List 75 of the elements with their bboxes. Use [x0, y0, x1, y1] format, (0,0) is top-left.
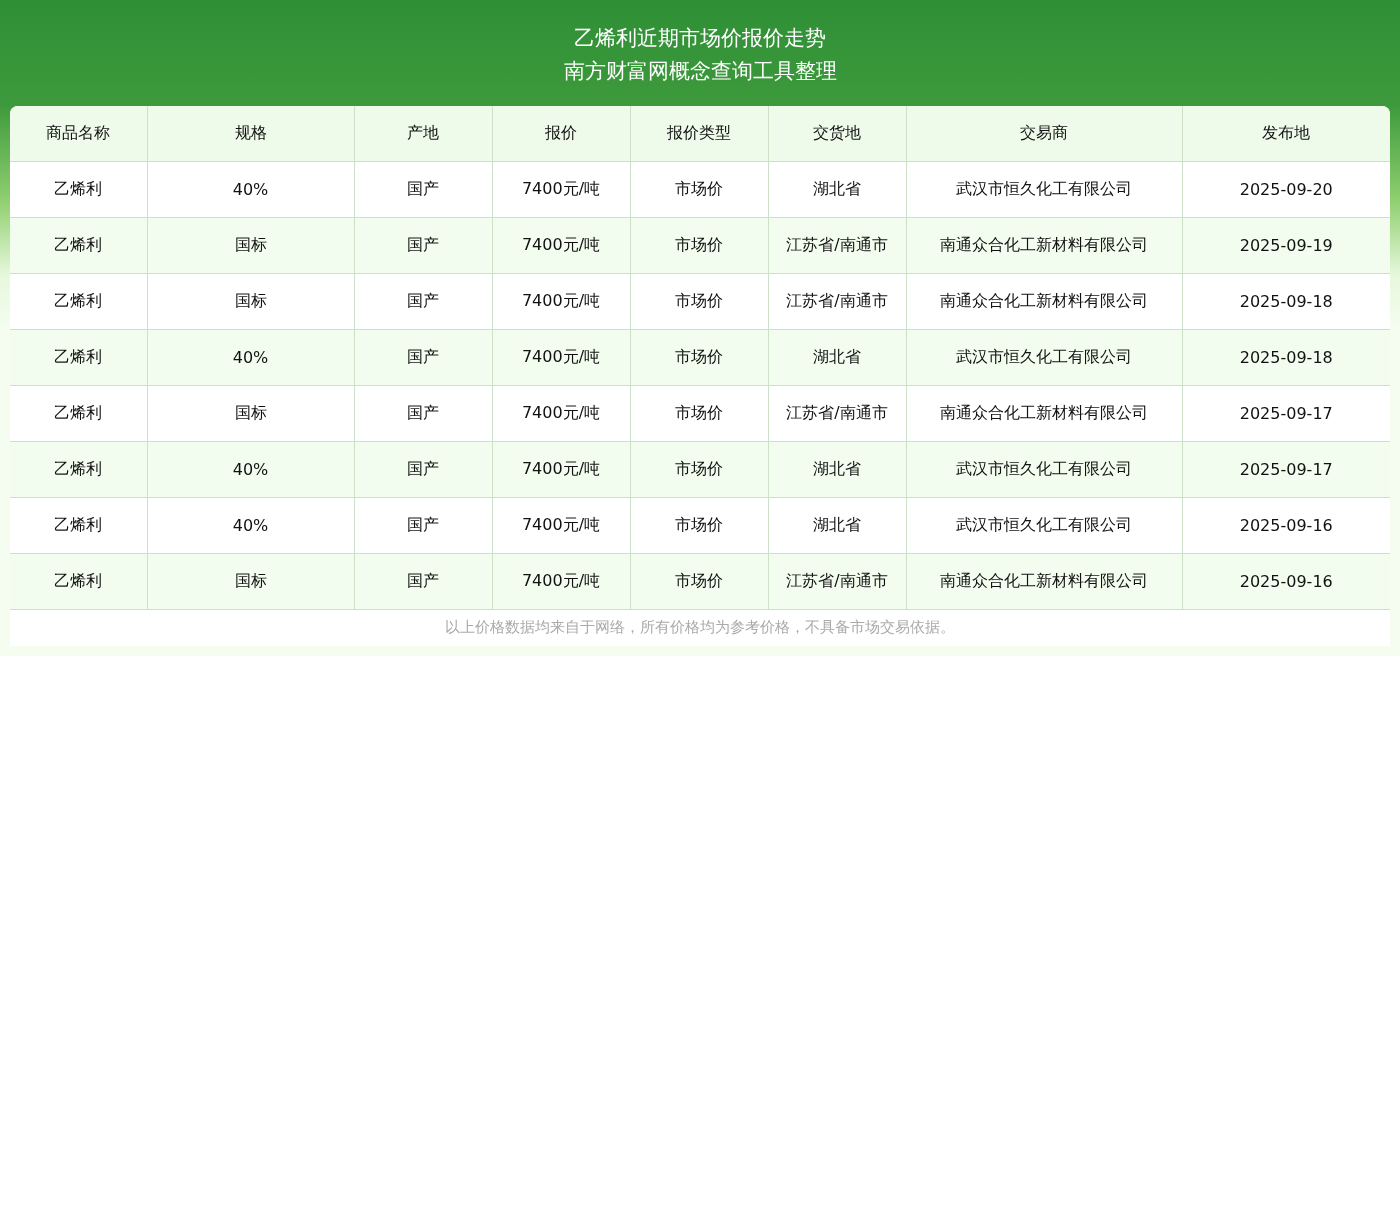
table-cell: 2025-09-16 [1182, 497, 1390, 554]
table-cell: 国标 [147, 553, 354, 610]
table-cell: 市场价 [630, 553, 768, 610]
table-cell: 国产 [354, 329, 492, 386]
table-cell: 7400元/吨 [492, 441, 630, 498]
table-cell: 武汉市恒久化工有限公司 [906, 161, 1182, 218]
disclaimer-text: 以上价格数据均来自于网络，所有价格均为参考价格，不具备市场交易依据。 [444, 617, 956, 638]
table-cell: 2025-09-16 [1182, 553, 1390, 610]
table-cell: 市场价 [630, 385, 768, 442]
table-cell: 乙烯利 [10, 385, 147, 442]
table-cell: 武汉市恒久化工有限公司 [906, 441, 1182, 498]
table-cell: 2025-09-18 [1182, 273, 1390, 330]
table-cell: 7400元/吨 [492, 497, 630, 554]
table-cell: 乙烯利 [10, 441, 147, 498]
table-cell: 国标 [147, 217, 354, 274]
table-cell: 湖北省 [768, 161, 906, 218]
column-header: 报价 [492, 106, 630, 162]
table-cell: 市场价 [630, 441, 768, 498]
table-cell: 南通众合化工新材料有限公司 [906, 385, 1182, 442]
table-cell: 市场价 [630, 217, 768, 274]
page-subtitle: 南方财富网概念查询工具整理 [563, 58, 837, 85]
table-cell: 乙烯利 [10, 161, 147, 218]
table-cell: 湖北省 [768, 497, 906, 554]
table-cell: 2025-09-19 [1182, 217, 1390, 274]
table-cell: 南通众合化工新材料有限公司 [906, 553, 1182, 610]
column-header: 发布地 [1182, 106, 1390, 162]
table-cell: 江苏省/南通市 [768, 273, 906, 330]
table-cell: 市场价 [630, 273, 768, 330]
table-cell: 7400元/吨 [492, 217, 630, 274]
table-cell: 国产 [354, 441, 492, 498]
table-cell: 40% [147, 329, 354, 386]
table-cell: 乙烯利 [10, 497, 147, 554]
table-cell: 40% [147, 161, 354, 218]
table-cell: 国产 [354, 553, 492, 610]
table-cell: 市场价 [630, 161, 768, 218]
column-header: 产地 [354, 106, 492, 162]
table-cell: 7400元/吨 [492, 329, 630, 386]
table-cell: 武汉市恒久化工有限公司 [906, 329, 1182, 386]
table-cell: 40% [147, 441, 354, 498]
table-cell: 国标 [147, 273, 354, 330]
table-cell: 7400元/吨 [492, 273, 630, 330]
table-cell: 国产 [354, 385, 492, 442]
column-header: 商品名称 [10, 106, 147, 162]
table-cell: 湖北省 [768, 329, 906, 386]
table-cell: 40% [147, 497, 354, 554]
table-cell: 武汉市恒久化工有限公司 [906, 497, 1182, 554]
table-cell: 2025-09-17 [1182, 385, 1390, 442]
table-cell: 南通众合化工新材料有限公司 [906, 217, 1182, 274]
table-cell: 乙烯利 [10, 553, 147, 610]
table-cell: 2025-09-20 [1182, 161, 1390, 218]
table-cell: 市场价 [630, 497, 768, 554]
table-cell: 国产 [354, 161, 492, 218]
table-cell: 乙烯利 [10, 273, 147, 330]
table-cell: 南通众合化工新材料有限公司 [906, 273, 1182, 330]
table-cell: 2025-09-18 [1182, 329, 1390, 386]
column-header: 交易商 [906, 106, 1182, 162]
table-cell: 乙烯利 [10, 329, 147, 386]
table-cell: 国产 [354, 273, 492, 330]
column-header: 报价类型 [630, 106, 768, 162]
table-cell: 江苏省/南通市 [768, 385, 906, 442]
page-title: 乙烯利近期市场价报价走势 [574, 25, 826, 52]
column-header: 规格 [147, 106, 354, 162]
table-cell: 江苏省/南通市 [768, 217, 906, 274]
table-cell: 2025-09-17 [1182, 441, 1390, 498]
table-cell: 乙烯利 [10, 217, 147, 274]
table-cell: 7400元/吨 [492, 385, 630, 442]
table-cell: 江苏省/南通市 [768, 553, 906, 610]
table-cell: 国标 [147, 385, 354, 442]
table-cell: 湖北省 [768, 441, 906, 498]
table-cell: 7400元/吨 [492, 161, 630, 218]
column-header: 交货地 [768, 106, 906, 162]
table-cell: 国产 [354, 497, 492, 554]
table-cell: 国产 [354, 217, 492, 274]
table-cell: 7400元/吨 [492, 553, 630, 610]
table-cell: 市场价 [630, 329, 768, 386]
